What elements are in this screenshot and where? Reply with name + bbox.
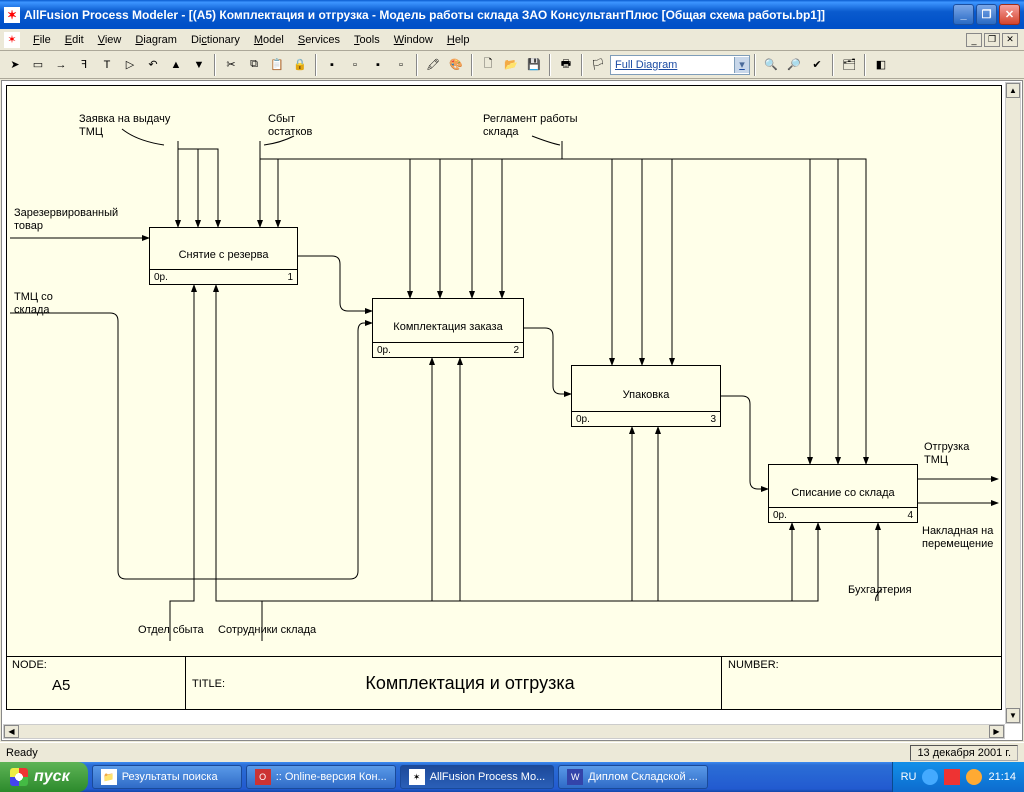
status-date: 13 декабря 2001 г.: [910, 745, 1018, 761]
new-button[interactable]: 🗋: [477, 54, 499, 76]
mdi-close-button[interactable]: ✕: [1002, 33, 1018, 47]
menubar: ✶ File Edit View Diagram Dictionary Mode…: [0, 29, 1024, 51]
menu-diagram[interactable]: Diagram: [128, 34, 184, 46]
menu-file[interactable]: File: [26, 34, 58, 46]
undo-loop-icon[interactable]: ↶: [142, 54, 164, 76]
diagram-canvas[interactable]: Снятие с резерва 0р. 1 Комплектация зака…: [1, 80, 1023, 741]
paste-button[interactable]: 📋: [266, 54, 288, 76]
label-left-2: ТМЦ со склада: [14, 291, 53, 317]
tray-icon-2[interactable]: [944, 769, 960, 785]
status-ready: Ready: [6, 747, 38, 759]
menu-model[interactable]: Model: [247, 34, 291, 46]
task-item-1[interactable]: 📁Результаты поиска: [92, 765, 242, 789]
copy-button[interactable]: ⧉: [243, 54, 265, 76]
up-tool[interactable]: ▲: [165, 54, 187, 76]
task-item-2[interactable]: O:: Online-версия Кон...: [246, 765, 396, 789]
squiggle-tool[interactable]: ꟻ: [73, 54, 95, 76]
footer-title-label: TITLE:: [192, 678, 225, 690]
lang-indicator[interactable]: RU: [901, 771, 917, 783]
taskbar: пуск 📁Результаты поиска O:: Online-верси…: [0, 762, 1024, 792]
menu-dictionary[interactable]: Dictionary: [184, 34, 247, 46]
save-button[interactable]: 💾: [523, 54, 545, 76]
mdi-minimize-button[interactable]: _: [966, 33, 982, 47]
minimize-button[interactable]: _: [953, 4, 974, 25]
zoomout-button[interactable]: 🔎: [783, 54, 805, 76]
menu-view[interactable]: View: [91, 34, 129, 46]
tool-b[interactable]: ▫: [344, 54, 366, 76]
window-titlebar: ✶ AllFusion Process Modeler - [(А5) Комп…: [0, 0, 1024, 29]
diagram-footer: NODE: A5 TITLE: Комплектация и отгрузка …: [6, 656, 1002, 710]
folder-icon: 📁: [101, 769, 117, 785]
window-title: AllFusion Process Modeler - [(А5) Компле…: [24, 8, 953, 22]
label-out-2: Накладная на перемещение: [922, 525, 993, 551]
mdi-restore-button[interactable]: ❐: [984, 33, 1000, 47]
footer-node-label: NODE:: [12, 659, 47, 671]
footer-number-label: NUMBER:: [728, 659, 779, 671]
start-button[interactable]: пуск: [0, 762, 88, 792]
redirect-tool[interactable]: ▷: [119, 54, 141, 76]
tray-icon-1[interactable]: [922, 769, 938, 785]
text-tool[interactable]: T: [96, 54, 118, 76]
highlight-button[interactable]: 🖍: [422, 54, 444, 76]
lock-button[interactable]: 🔒: [289, 54, 311, 76]
label-mech-1: Отдел сбыта: [138, 624, 204, 637]
label-out-1: Отгрузка ТМЦ: [924, 441, 969, 467]
close-button[interactable]: ✕: [999, 4, 1020, 25]
zoomin-button[interactable]: 🔍: [760, 54, 782, 76]
system-tray[interactable]: RU 21:14: [892, 762, 1024, 792]
cut-button[interactable]: ✂: [220, 54, 242, 76]
toolbar: ➤ ▭ → ꟻ T ▷ ↶ ▲ ▼ ✂ ⧉ 📋 🔒 ▪ ▫ ▪ ▫ 🖍 🎨 🗋 …: [0, 51, 1024, 79]
statusbar: Ready 13 декабря 2001 г.: [0, 742, 1024, 762]
label-input-2: Сбыт остатков: [268, 113, 312, 139]
activity-box-1[interactable]: Снятие с резерва 0р. 1: [149, 227, 298, 285]
down-tool[interactable]: ▼: [188, 54, 210, 76]
menu-edit[interactable]: Edit: [58, 34, 91, 46]
pointer-tool[interactable]: ➤: [4, 54, 26, 76]
menu-window[interactable]: Window: [387, 34, 440, 46]
footer-title-value: Комплектация и отгрузка: [365, 673, 574, 694]
windows-flag-icon: [10, 768, 28, 786]
paint-button[interactable]: 🎨: [445, 54, 467, 76]
task-item-4[interactable]: WДиплом Складской ...: [558, 765, 708, 789]
menu-tools[interactable]: Tools: [347, 34, 387, 46]
misc-button[interactable]: ◧: [870, 54, 892, 76]
word-icon: W: [567, 769, 583, 785]
arrow-tool[interactable]: →: [50, 54, 72, 76]
activity-box-2[interactable]: Комплектация заказа 0р. 2: [372, 298, 524, 358]
tool-a[interactable]: ▪: [321, 54, 343, 76]
tool-d[interactable]: ▫: [390, 54, 412, 76]
diagram-page: [6, 85, 1002, 710]
open-button[interactable]: 📂: [500, 54, 522, 76]
label-mech-2: Сотрудники склада: [218, 624, 316, 637]
footer-node-value: A5: [52, 677, 179, 694]
tray-icon-3[interactable]: [966, 769, 982, 785]
activity-tool[interactable]: ▭: [27, 54, 49, 76]
clock[interactable]: 21:14: [988, 771, 1016, 783]
spellcheck-button[interactable]: ✔: [806, 54, 828, 76]
maximize-button[interactable]: ❐: [976, 4, 997, 25]
label-mech-3: Бухгалтерия: [848, 584, 912, 597]
app-icon: ✶: [4, 7, 20, 23]
menu-services[interactable]: Services: [291, 34, 347, 46]
bpwin-icon: ✶: [409, 769, 425, 785]
tree-button[interactable]: 🗂: [838, 54, 860, 76]
label-input-3: Регламент работы склада: [483, 113, 577, 139]
task-item-3[interactable]: ✶AllFusion Process Mo...: [400, 765, 555, 789]
opera-icon: O: [255, 769, 271, 785]
activity-box-4[interactable]: Списание со склада 0р. 4: [768, 464, 918, 523]
menu-help[interactable]: Help: [440, 34, 477, 46]
label-input-1: Заявка на выдачу ТМЦ: [79, 113, 170, 139]
zoom-combo[interactable]: Full Diagram▾: [610, 55, 750, 75]
horizontal-scrollbar[interactable]: ◀▶: [3, 724, 1005, 739]
vertical-scrollbar[interactable]: ▲ ▼: [1005, 82, 1021, 724]
tool-c[interactable]: ▪: [367, 54, 389, 76]
label-left-1: Зарезервированный товар: [14, 207, 118, 233]
doc-icon: ✶: [4, 32, 20, 48]
activity-box-3[interactable]: Упаковка 0р. 3: [571, 365, 721, 427]
flag-button[interactable]: 🏳: [587, 54, 609, 76]
print-button[interactable]: 🖶: [555, 54, 577, 76]
